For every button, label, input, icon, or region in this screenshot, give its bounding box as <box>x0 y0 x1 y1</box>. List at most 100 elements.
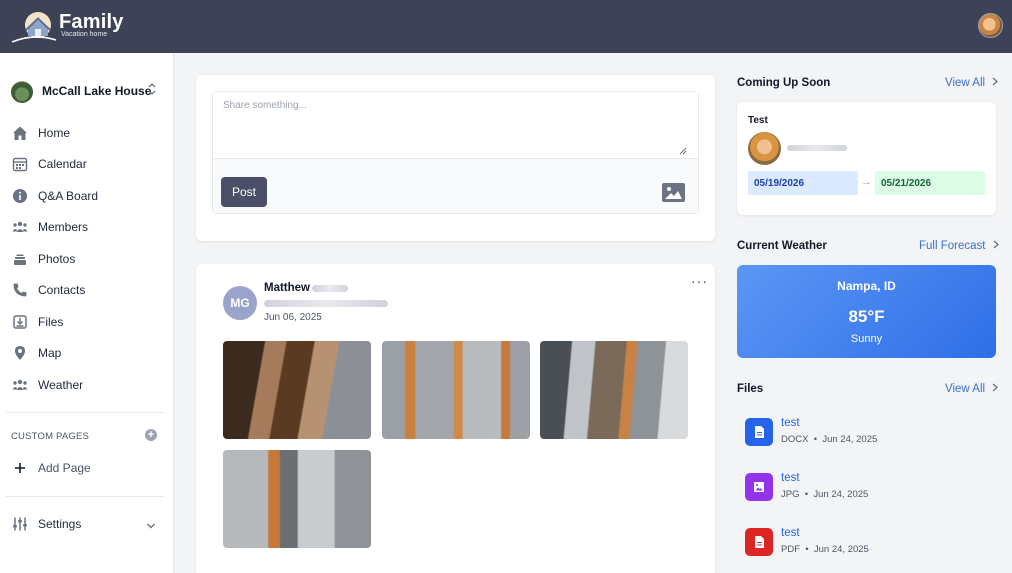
sidebar-divider <box>6 496 164 497</box>
sidebar-item-map[interactable]: Map <box>10 342 164 364</box>
plus-icon <box>12 460 28 476</box>
file-date: Jun 24, 2025 <box>822 434 878 445</box>
more-options-icon[interactable]: ··· <box>691 273 708 289</box>
chevron-right-icon <box>993 240 999 249</box>
event-end-date: 05/21/2026 <box>875 171 985 195</box>
sidebar-item-qa-board[interactable]: Q&A Board <box>10 185 164 207</box>
property-avatar <box>11 81 33 103</box>
sidebar-item-label: Map <box>38 346 62 360</box>
chevron-right-icon <box>992 383 999 392</box>
chevron-down-icon <box>146 518 156 536</box>
event-start-date: 05/19/2026 <box>748 171 858 195</box>
sidebar-item-members[interactable]: Members <box>10 216 164 238</box>
sidebar-item-label: Home <box>38 126 71 140</box>
property-selector[interactable]: McCall Lake House <box>10 79 164 103</box>
sidebar-item-label: Members <box>38 220 89 234</box>
app-logo[interactable]: Family Vacation home <box>10 9 125 45</box>
chevron-right-icon <box>992 77 999 86</box>
sidebar-item-label: Files <box>38 315 64 329</box>
weather-title: Current Weather <box>737 240 827 252</box>
file-meta: PDF • Jun 24, 2025 <box>781 544 869 555</box>
top-bar: Family Vacation home <box>0 0 1012 53</box>
coming-up-view-all-link[interactable]: View All <box>945 77 999 89</box>
redacted-attendee-name <box>787 145 847 151</box>
add-custom-page-icon[interactable]: + <box>145 429 157 441</box>
view-all-label: View All <box>945 77 986 89</box>
user-avatar[interactable] <box>978 13 1003 38</box>
file-type: PDF <box>781 544 800 555</box>
file-date: Jun 24, 2025 <box>813 544 869 555</box>
post-date: Jun 06, 2025 <box>264 312 322 323</box>
coming-up-title: Coming Up Soon <box>737 77 831 89</box>
calendar-icon <box>12 156 28 172</box>
post-photo[interactable] <box>223 341 371 439</box>
sidebar-item-files[interactable]: Files <box>10 311 164 333</box>
add-page-button[interactable]: Add Page <box>10 457 164 479</box>
sidebar-item-label: Calendar <box>38 157 87 171</box>
composer-box: Post <box>212 91 699 214</box>
file-meta: JPG • Jun 24, 2025 <box>781 489 869 500</box>
house-logo-icon <box>11 12 57 43</box>
files-view-all-link[interactable]: View All <box>945 383 999 395</box>
post-author-avatar[interactable]: MG <box>223 286 257 320</box>
resize-handle-icon[interactable] <box>679 147 687 155</box>
weather-card: Nampa, ID 85°F Sunny <box>737 265 996 358</box>
phone-icon <box>12 282 28 298</box>
sidebar-item-label: Contacts <box>38 283 86 297</box>
composer-footer: Post <box>213 159 698 213</box>
sidebar-divider <box>6 412 164 413</box>
add-image-icon[interactable] <box>662 183 685 202</box>
event-title: Test <box>748 115 768 126</box>
pdf-icon <box>745 528 773 556</box>
file-type: DOCX <box>781 434 809 445</box>
property-name: McCall Lake House <box>42 84 152 98</box>
sidebar-item-home[interactable]: Home <box>10 122 164 144</box>
post-author-name[interactable]: Matthew <box>264 282 310 294</box>
file-name[interactable]: test <box>781 472 800 484</box>
weather-temperature: 85°F <box>848 307 885 326</box>
post-photo[interactable] <box>540 341 688 439</box>
settings-menu[interactable]: Settings <box>10 513 164 535</box>
sidebar-item-label: Photos <box>38 252 76 266</box>
post-photo[interactable] <box>382 341 530 439</box>
sidebar-item-calendar[interactable]: Calendar <box>10 153 164 175</box>
post-card: MG Matthew Jun 06, 2025 ··· <box>196 264 715 573</box>
sliders-icon <box>12 516 28 532</box>
info-icon <box>12 188 28 204</box>
share-input[interactable] <box>213 92 698 159</box>
sidebar: McCall Lake House Home Calendar Q&A Boar… <box>0 53 174 573</box>
document-icon <box>745 418 773 446</box>
view-all-label: View All <box>945 383 986 395</box>
event-attendee-avatar <box>748 132 781 165</box>
chevron-up-down-icon <box>147 82 157 98</box>
files-title: Files <box>737 383 764 395</box>
file-name[interactable]: test <box>781 417 800 429</box>
home-icon <box>12 125 28 141</box>
weather-icon <box>12 377 28 393</box>
file-item[interactable]: test JPG • Jun 24, 2025 <box>745 470 995 504</box>
file-date: Jun 24, 2025 <box>813 489 869 500</box>
files-icon <box>12 314 28 330</box>
map-pin-icon <box>12 345 28 361</box>
weather-city: Nampa, ID <box>837 279 896 293</box>
file-name[interactable]: test <box>781 527 800 539</box>
sidebar-item-contacts[interactable]: Contacts <box>10 279 164 301</box>
post-button[interactable]: Post <box>221 177 267 207</box>
custom-pages-title: CUSTOM PAGES <box>11 431 90 442</box>
full-forecast-link[interactable]: Full Forecast <box>919 240 1000 252</box>
photos-icon <box>12 251 28 267</box>
post-photo[interactable] <box>223 450 371 548</box>
members-icon <box>12 219 28 235</box>
sidebar-item-photos[interactable]: Photos <box>10 248 164 270</box>
redacted-name <box>312 285 348 292</box>
file-item[interactable]: test DOCX • Jun 24, 2025 <box>745 415 995 449</box>
file-meta: DOCX • Jun 24, 2025 <box>781 434 878 445</box>
event-card[interactable]: Test 05/19/2026 → 05/21/2026 <box>737 102 996 215</box>
redacted-subtitle <box>264 300 388 307</box>
file-item[interactable]: test PDF • Jun 24, 2025 <box>745 525 995 559</box>
file-type: JPG <box>781 489 800 500</box>
settings-label: Settings <box>38 517 82 531</box>
sidebar-item-label: Weather <box>38 378 84 392</box>
sidebar-item-weather[interactable]: Weather <box>10 374 164 396</box>
image-icon <box>745 473 773 501</box>
